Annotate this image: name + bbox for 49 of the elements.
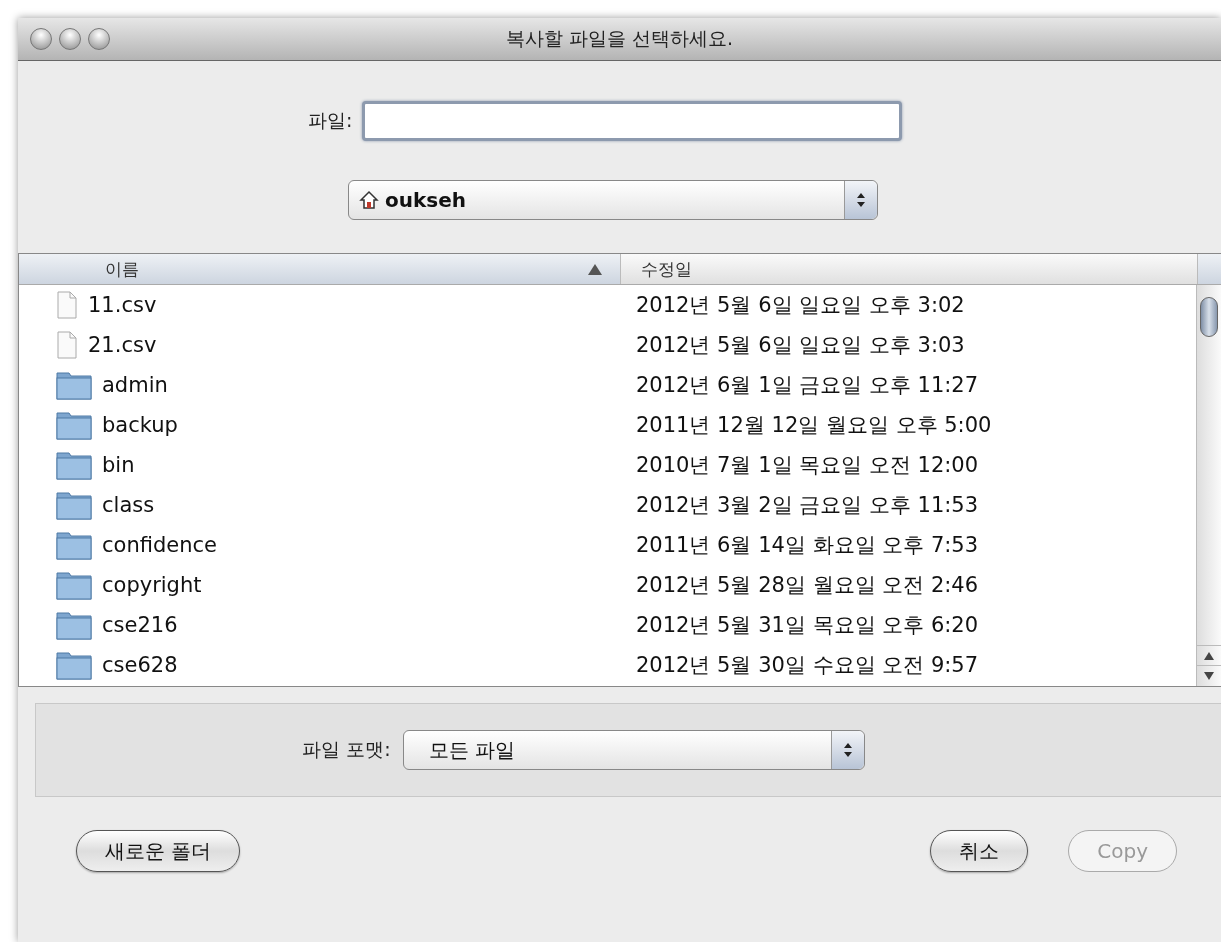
column-header[interactable]: 수정일 bbox=[621, 254, 1198, 284]
file-name[interactable]: admin bbox=[102, 373, 168, 397]
folder-icon bbox=[56, 610, 92, 640]
file-name[interactable]: copyright bbox=[102, 573, 202, 597]
modified-date: 2012년 5월 28일 월요일 오전 2:46 bbox=[635, 572, 979, 599]
file-name[interactable]: confidence bbox=[102, 533, 217, 557]
file-name-field[interactable] bbox=[362, 101, 903, 141]
modified-date: 2010년 7월 1일 목요일 오전 12:00 bbox=[635, 452, 979, 479]
window-control[interactable] bbox=[88, 28, 110, 50]
modified-date: 2012년 5월 6일 일요일 오후 3:03 bbox=[635, 332, 965, 359]
scroll-up-icon[interactable] bbox=[1203, 651, 1215, 661]
format-label: 파일 포맷: bbox=[302, 737, 391, 762]
folder-icon bbox=[56, 490, 92, 520]
modified-date: 2012년 6월 1일 금요일 오후 11:27 bbox=[635, 372, 979, 399]
modified-date: 2012년 5월 31일 목요일 오후 6:20 bbox=[635, 612, 979, 639]
folder-icon bbox=[56, 570, 92, 600]
file-name[interactable]: 21.csv bbox=[88, 333, 157, 357]
location-dropdown[interactable]: oukseh bbox=[348, 180, 878, 220]
file-name[interactable]: bin bbox=[102, 453, 135, 477]
cancel-button[interactable]: 취소 bbox=[930, 830, 1029, 872]
folder-icon bbox=[56, 530, 92, 560]
home-icon bbox=[359, 190, 379, 210]
updown-arrows-icon bbox=[842, 742, 853, 758]
document-icon bbox=[56, 291, 78, 319]
folder-icon bbox=[56, 410, 92, 440]
modified-date: 2012년 5월 6일 일요일 오후 3:02 bbox=[635, 292, 965, 319]
file-name[interactable]: backup bbox=[102, 413, 178, 437]
window-control[interactable] bbox=[30, 28, 52, 50]
modified-date: 2011년 12월 12일 월요일 오후 5:00 bbox=[635, 412, 992, 439]
new-folder-button[interactable]: 새로운 폴더 bbox=[76, 830, 241, 872]
folder-icon bbox=[56, 650, 92, 680]
file-label: 파일: bbox=[308, 108, 353, 133]
scrollbar[interactable] bbox=[1196, 285, 1221, 686]
file-name[interactable]: 11.csv bbox=[88, 293, 157, 317]
updown-arrows-icon bbox=[856, 192, 866, 208]
modified-date: 2011년 6월 14일 화요일 오후 7:53 bbox=[635, 532, 979, 559]
window-title: 복사할 파일을 선택하세요. bbox=[505, 27, 734, 49]
folder-icon bbox=[56, 370, 92, 400]
scroll-down-icon[interactable] bbox=[1203, 671, 1215, 681]
file-name[interactable]: cse216 bbox=[102, 613, 178, 637]
modified-date: 2012년 3월 2일 금요일 오후 11:53 bbox=[635, 492, 979, 519]
file-name[interactable]: cse628 bbox=[102, 653, 178, 677]
modified-date: 2012년 5월 30일 수요일 오전 9:57 bbox=[635, 652, 979, 679]
window-control[interactable] bbox=[59, 28, 81, 50]
scroll-thumb[interactable] bbox=[1200, 297, 1218, 337]
format-dropdown[interactable]: 모든 파일 bbox=[402, 730, 865, 770]
document-icon bbox=[56, 331, 78, 359]
folder-icon bbox=[56, 450, 92, 480]
file-name[interactable]: class bbox=[102, 493, 155, 517]
